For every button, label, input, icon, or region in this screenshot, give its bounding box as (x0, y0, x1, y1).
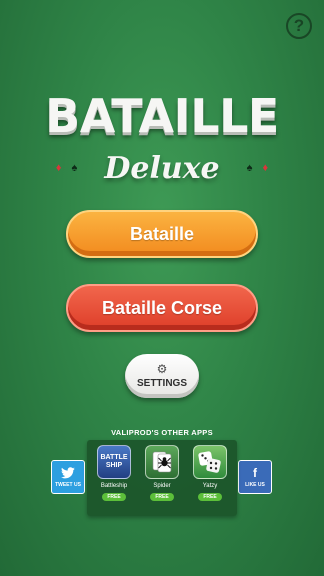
like-us-button[interactable]: f LIKE US (238, 460, 272, 494)
spider-icon (152, 451, 172, 473)
gear-icon: ⚙ (156, 362, 168, 376)
tweet-us-label: TWEET US (55, 481, 81, 488)
like-us-label: LIKE US (245, 481, 265, 488)
diamond-icon: ♦ (55, 161, 62, 174)
twitter-bird-icon (61, 466, 75, 478)
spade-icon: ♠ (71, 161, 78, 174)
settings-label: SETTINGS (136, 378, 187, 389)
bataille-corse-button-label: Bataille Corse (101, 297, 223, 318)
app-name: Yatzy (202, 483, 218, 489)
free-badge: FREE (198, 493, 222, 501)
app-battleship[interactable]: BATTLE SHIP Battleship FREE (94, 445, 134, 501)
diamond-icon: ♦ (262, 161, 269, 174)
bataille-corse-button[interactable]: Bataille Corse (66, 284, 258, 332)
other-apps-panel: BATTLE SHIP Battleship FREE Spider FREE (87, 440, 237, 516)
help-button[interactable]: ? (286, 13, 312, 39)
facebook-f-icon: f (253, 465, 257, 480)
app-yatzy[interactable]: Yatzy FREE (190, 445, 230, 501)
tweet-us-button[interactable]: TWEET US (51, 460, 85, 494)
battleship-icon-text-bottom: SHIP (105, 462, 123, 469)
bataille-button[interactable]: Bataille (66, 210, 258, 258)
dice-icon (198, 451, 221, 473)
free-badge: FREE (102, 493, 126, 501)
subtitle-row: ♦ ♠ Deluxe ♠ ♦ (0, 150, 324, 186)
spider-app-icon (145, 445, 179, 479)
free-badge: FREE (150, 493, 174, 501)
settings-button[interactable]: ⚙ SETTINGS (125, 354, 199, 398)
app-spider[interactable]: Spider FREE (142, 445, 182, 501)
battleship-app-icon: BATTLE SHIP (97, 445, 131, 479)
app-name: Spider (153, 483, 171, 489)
game-title: BATAILLE (45, 89, 279, 143)
game-subtitle: Deluxe (104, 150, 220, 186)
battleship-icon-text-top: BATTLE (100, 454, 128, 461)
spade-icon: ♠ (246, 161, 253, 174)
other-apps-title: VALIPROD'S OTHER APPS (111, 428, 213, 437)
question-icon: ? (293, 16, 305, 35)
app-name: Battleship (100, 483, 128, 489)
bataille-button-label: Bataille (129, 223, 195, 244)
yatzy-app-icon (193, 445, 227, 479)
